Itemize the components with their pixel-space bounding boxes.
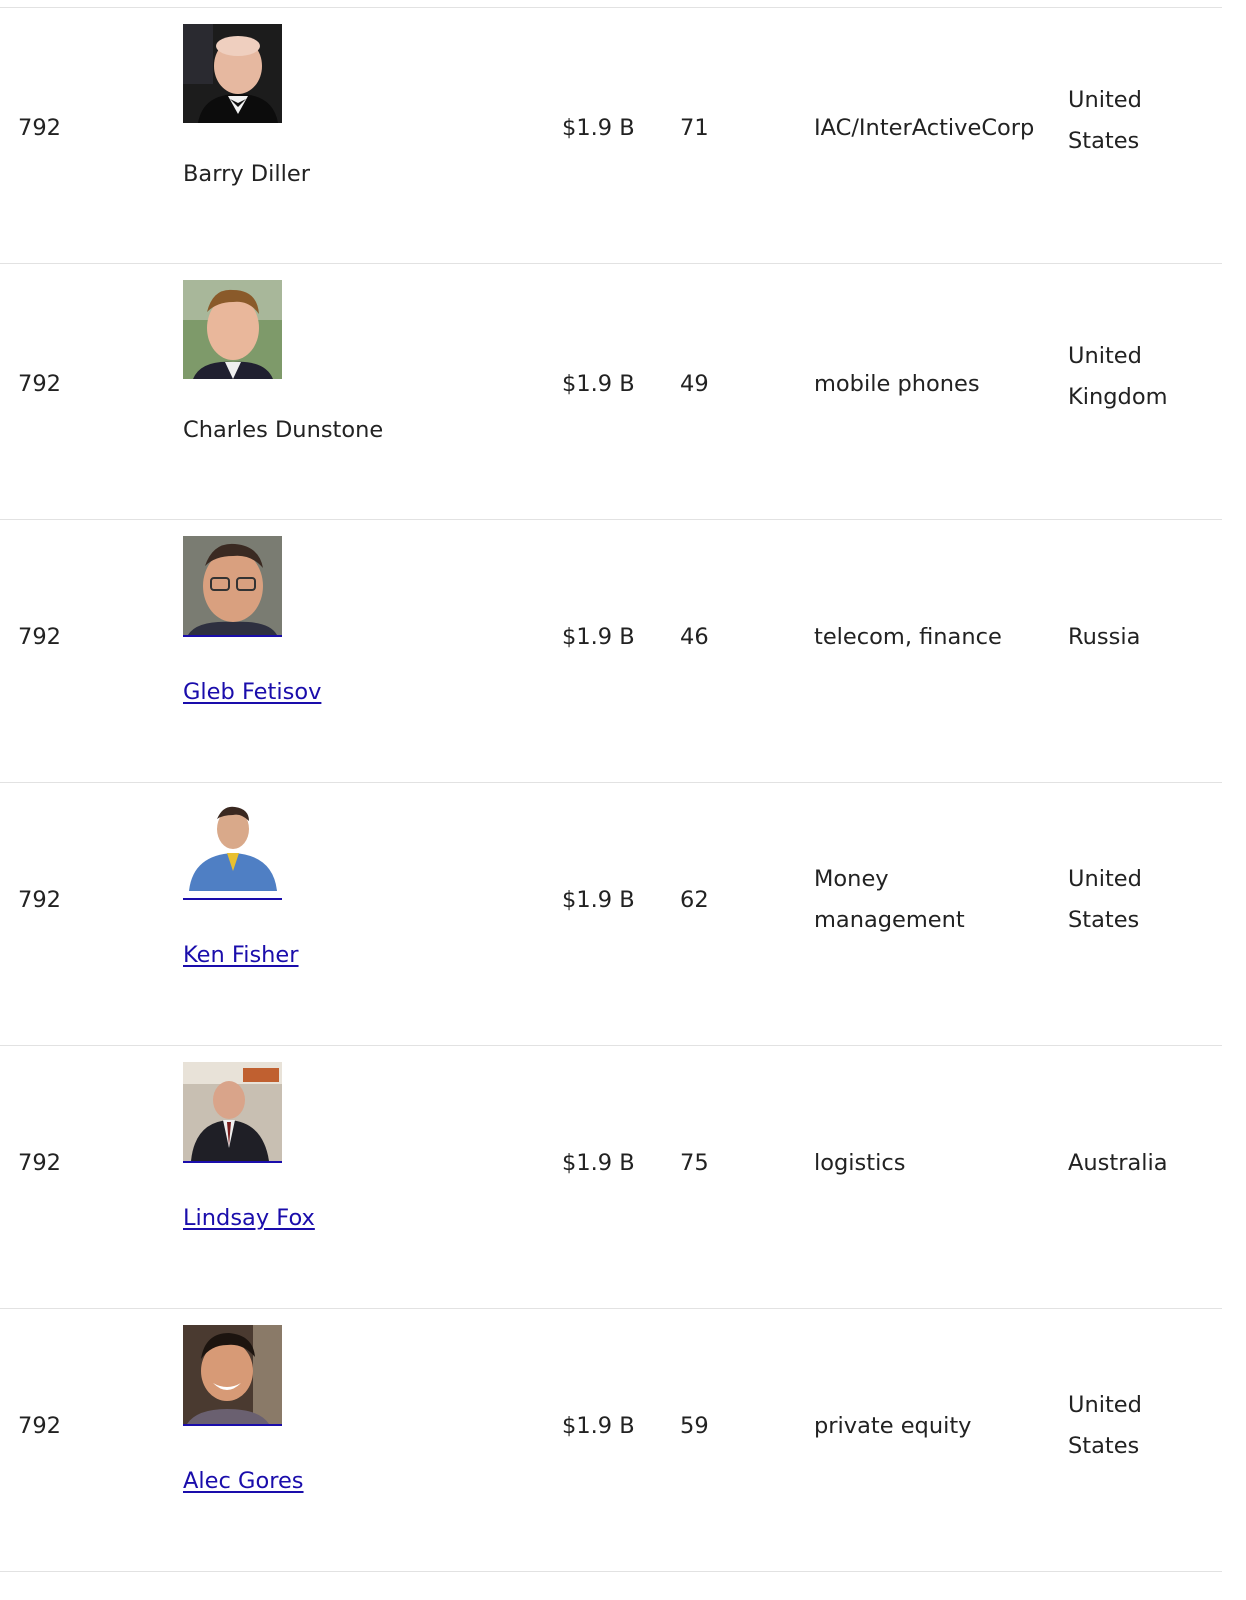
- country-line: United: [1068, 1392, 1142, 1418]
- country-line: Russia: [1068, 624, 1141, 650]
- country-cell: United Kingdom: [1068, 336, 1218, 418]
- person-photo-smiling-icon: [183, 1325, 282, 1424]
- country-cell: Australia: [1068, 1143, 1218, 1184]
- net-worth-cell: $1.9 B: [562, 1150, 635, 1176]
- country-line: United: [1068, 866, 1142, 892]
- source-cell: private equity: [814, 1413, 972, 1439]
- table-row: 792 Lindsay Fox $1.9 B 75 logistics Aust…: [0, 1046, 1222, 1309]
- country-cell: Russia: [1068, 617, 1218, 658]
- person-photo-link[interactable]: [183, 799, 282, 900]
- table-row: 792 Barry Diller $1.9 B 71 IAC/InterActi…: [0, 8, 1222, 264]
- age-cell: 49: [680, 371, 709, 397]
- person-photo-link[interactable]: [183, 1325, 282, 1426]
- person-name-link[interactable]: Ken Fisher: [183, 938, 299, 972]
- country-line: Kingdom: [1068, 384, 1168, 410]
- billionaires-table: 792 Barry Diller $1.9 B 71 IAC/InterActi…: [0, 7, 1222, 1572]
- net-worth-cell: $1.9 B: [562, 624, 635, 650]
- source-cell: Money management: [814, 859, 965, 941]
- table-row: 792 Ken Fisher $1.9 B 62 Money managemen…: [0, 783, 1222, 1046]
- net-worth-cell: $1.9 B: [562, 115, 635, 141]
- person-photo-link[interactable]: [183, 1062, 282, 1163]
- source-cell: mobile phones: [814, 371, 980, 397]
- country-line: United: [1068, 87, 1142, 113]
- link-underline: [183, 898, 282, 900]
- age-cell: 46: [680, 624, 709, 650]
- country-cell: United States: [1068, 1385, 1218, 1467]
- net-worth-cell: $1.9 B: [562, 371, 635, 397]
- country-line: United: [1068, 343, 1142, 369]
- person-name-link[interactable]: Gleb Fetisov: [183, 675, 321, 709]
- country-cell: United States: [1068, 859, 1218, 941]
- age-cell: 71: [680, 115, 709, 141]
- age-cell: 59: [680, 1413, 709, 1439]
- rank-cell: 792: [18, 371, 61, 397]
- country-line: States: [1068, 1433, 1140, 1459]
- age-cell: 62: [680, 887, 709, 913]
- source-cell: logistics: [814, 1150, 906, 1176]
- net-worth-cell: $1.9 B: [562, 887, 635, 913]
- rank-cell: 792: [18, 624, 61, 650]
- person-name-link[interactable]: Lindsay Fox: [183, 1201, 315, 1235]
- source-line: management: [814, 907, 965, 933]
- person-photo-event-icon: [183, 1062, 282, 1161]
- link-underline: [183, 1424, 282, 1426]
- person-photo: [183, 24, 282, 124]
- rank-cell: 792: [18, 1150, 61, 1176]
- rank-cell: 792: [18, 115, 61, 141]
- country-cell: United States: [1068, 80, 1218, 162]
- source-cell: IAC/InterActiveCorp: [814, 115, 1035, 141]
- source-line: Money: [814, 866, 889, 892]
- table-row: 792 Charles Dunstone $1.9 B 49 mobile ph…: [0, 264, 1222, 520]
- person-photo-blue-shirt-icon: [183, 799, 282, 898]
- person-photo-tuxedo-icon: [183, 24, 282, 123]
- source-cell: telecom, finance: [814, 624, 1002, 650]
- age-cell: 75: [680, 1150, 709, 1176]
- country-line: States: [1068, 907, 1140, 933]
- person-photo: [183, 280, 282, 380]
- rank-cell: 792: [18, 1413, 61, 1439]
- person-photo-link[interactable]: [183, 536, 282, 637]
- net-worth-cell: $1.9 B: [562, 1413, 635, 1439]
- rank-cell: 792: [18, 887, 61, 913]
- table-row: 792 Alec Gores $1.9 B 59 private equity …: [0, 1309, 1222, 1572]
- country-line: Australia: [1068, 1150, 1168, 1176]
- person-photo-glasses-icon: [183, 536, 282, 635]
- person-photo-outdoor-icon: [183, 280, 282, 379]
- link-underline: [183, 635, 282, 637]
- person-name: Charles Dunstone: [183, 417, 384, 443]
- link-underline: [183, 1161, 282, 1163]
- person-name: Barry Diller: [183, 161, 310, 187]
- table-row: 792 Gleb Fetisov $1.9 B 46 telecom, fina…: [0, 520, 1222, 783]
- country-line: States: [1068, 128, 1140, 154]
- person-name-link[interactable]: Alec Gores: [183, 1464, 304, 1498]
